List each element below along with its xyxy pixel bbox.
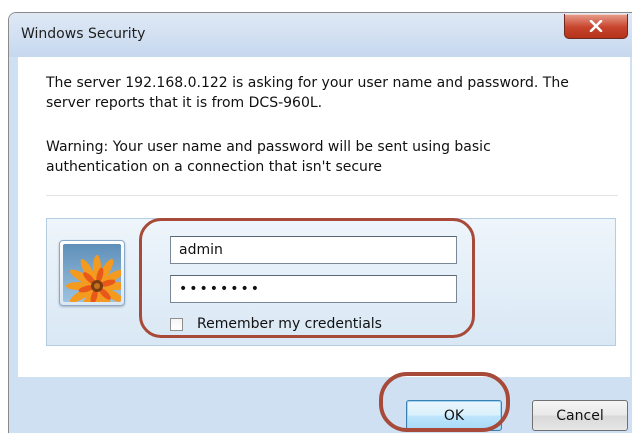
divider — [46, 195, 618, 196]
user-avatar — [59, 240, 125, 306]
warning-message: Warning: Your user name and password wil… — [46, 137, 616, 177]
password-input[interactable] — [170, 275, 457, 303]
window-title: Windows Security — [21, 26, 146, 42]
flower-user-tile-icon — [63, 244, 121, 302]
warning-message-line-2: authentication on a connection that isn'… — [46, 159, 382, 175]
ok-button-label: OK — [443, 407, 465, 424]
title-bar[interactable]: Windows Security — [9, 13, 632, 57]
remember-credentials-label: Remember my credentials — [197, 316, 382, 332]
cancel-button-label: Cancel — [556, 407, 604, 424]
server-message: The server 192.168.0.122 is asking for y… — [46, 73, 616, 113]
remember-credentials-row[interactable]: Remember my credentials — [170, 315, 382, 333]
remember-credentials-checkbox[interactable] — [170, 317, 183, 331]
server-message-line-2: server reports that it is from DCS-960L. — [46, 95, 323, 111]
server-message-line-1: The server 192.168.0.122 is asking for y… — [46, 75, 569, 91]
ok-button[interactable]: OK — [406, 400, 502, 431]
close-button[interactable] — [564, 14, 628, 39]
close-x-icon — [589, 20, 603, 32]
cancel-button[interactable]: Cancel — [532, 400, 628, 431]
credential-tile: Remember my credentials — [46, 218, 616, 346]
dialog-content: The server 192.168.0.122 is asking for y… — [18, 57, 630, 377]
windows-security-dialog: Windows Security The server 192.168.0.12… — [8, 12, 632, 433]
warning-message-line-1: Warning: Your user name and password wil… — [46, 139, 491, 155]
username-input[interactable] — [170, 236, 457, 264]
